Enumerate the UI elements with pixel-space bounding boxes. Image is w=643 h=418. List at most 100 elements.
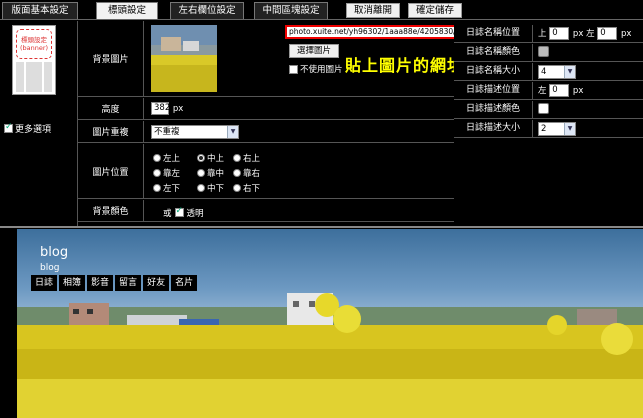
more-options-label: 更多選項	[15, 125, 52, 135]
desc-size-select[interactable]: 2 ▼	[538, 122, 576, 136]
thumbnail-right-column	[44, 62, 52, 92]
section-divider	[0, 226, 643, 228]
title-left-label: 左	[586, 29, 595, 39]
nav-item[interactable]: 日誌	[31, 275, 58, 291]
position-option-label: 左上	[163, 154, 181, 164]
nav-item[interactable]: 好友	[143, 275, 170, 291]
more-options-checkbox[interactable]	[4, 122, 13, 133]
desc-color-swatch[interactable]	[538, 103, 549, 114]
radio-button[interactable]	[153, 154, 161, 162]
height-unit: px	[172, 103, 184, 114]
transparent-checkbox[interactable]	[174, 206, 184, 217]
title-color-swatch[interactable]	[538, 46, 549, 57]
position-option[interactable]: 靠左	[153, 167, 197, 179]
radio-button[interactable]	[197, 154, 205, 162]
bg-image-thumbnail	[151, 25, 217, 92]
header-background-photo	[17, 229, 643, 418]
title-top-input[interactable]: 0	[549, 27, 570, 40]
title-position-row: 日誌名稱位置 上 0 px 左 0 px	[454, 25, 643, 43]
nav-item[interactable]: 相簿	[59, 275, 86, 291]
bg-image-label: 背景圖片	[78, 21, 144, 96]
no-image-label: 不使用圖片	[300, 65, 343, 75]
bg-color-label: 背景顏色	[78, 200, 144, 221]
position-option[interactable]: 靠右	[233, 167, 269, 179]
thumbnail-left-column	[16, 62, 24, 92]
position-option[interactable]: 右上	[233, 152, 269, 164]
nav-item[interactable]: 名片	[171, 275, 198, 291]
no-image-checkbox[interactable]	[289, 64, 298, 74]
radio-button[interactable]	[233, 184, 241, 192]
title-size-select[interactable]: 4 ▼	[538, 65, 576, 79]
position-option-label: 左下	[163, 184, 181, 194]
position-option[interactable]: 右下	[233, 182, 269, 194]
title-size-row: 日誌名稱大小 4 ▼	[454, 63, 643, 81]
blog-description: blog	[40, 263, 60, 273]
title-left-unit: px	[620, 28, 632, 39]
position-option[interactable]: 左下	[153, 182, 197, 194]
field-photo-icon	[151, 25, 217, 92]
position-option[interactable]: 中上	[197, 152, 233, 164]
thumbnail-center-column	[26, 62, 42, 92]
radio-button[interactable]	[233, 154, 241, 162]
tab-middle-blocks[interactable]: 中間區塊設定	[254, 2, 328, 19]
position-option-label: 右下	[243, 184, 261, 194]
chevron-down-icon: ▼	[564, 66, 575, 78]
repeat-select-value: 不重複	[154, 127, 180, 137]
desc-position-row: 日誌描述位置 左 0 px	[454, 82, 643, 100]
left-panel: 標頭設定 (banner) 更多選項	[0, 21, 78, 226]
chevron-down-icon: ▼	[227, 126, 238, 138]
no-image-option[interactable]: 不使用圖片	[289, 63, 343, 75]
position-option-label: 靠左	[163, 169, 181, 179]
position-row: 圖片位置 左上 中上 右上 靠左 靠中 靠右 左下 中下 右下	[78, 144, 454, 199]
blog-nav: 日誌 相簿 影音 留言 好友 名片	[31, 275, 198, 291]
save-button[interactable]: 確定儲存	[408, 3, 462, 18]
radio-button[interactable]	[197, 184, 205, 192]
radio-button[interactable]	[153, 184, 161, 192]
blog-title: blog	[40, 245, 69, 260]
tab-header-settings[interactable]: 標頭設定	[96, 2, 158, 19]
banner-region: 標頭設定 (banner)	[16, 29, 52, 59]
position-option-label: 右上	[243, 154, 261, 164]
radio-button[interactable]	[153, 169, 161, 177]
title-color-row: 日誌名稱顏色	[454, 44, 643, 62]
position-option[interactable]: 靠中	[197, 167, 233, 179]
title-position-label: 日誌名稱位置	[454, 25, 533, 42]
title-left-input[interactable]: 0	[597, 27, 618, 40]
more-options[interactable]: 更多選項	[4, 122, 51, 135]
repeat-label: 圖片重複	[78, 121, 144, 142]
nav-item[interactable]: 影音	[87, 275, 114, 291]
bg-image-row: 背景圖片 photo.xuite.net/yh96302/1aaa88e/420…	[78, 21, 507, 97]
position-option-label: 靠中	[207, 169, 225, 179]
title-settings-panel: 日誌名稱位置 上 0 px 左 0 px 日誌名稱顏色 日誌名稱大小 4 ▼ 日…	[454, 21, 643, 151]
header-settings-form: 背景圖片 photo.xuite.net/yh96302/1aaa88e/420…	[78, 21, 507, 226]
cancel-button[interactable]: 取消離開	[346, 3, 400, 18]
radio-button[interactable]	[197, 169, 205, 177]
thumbnail-subtitle: (banner)	[19, 44, 49, 52]
chevron-down-icon: ▼	[564, 123, 575, 135]
title-top-unit: px	[572, 28, 584, 39]
position-radio-group: 左上 中上 右上 靠左 靠中 靠右 左下 中下 右下	[153, 152, 269, 194]
layout-thumbnail[interactable]: 標頭設定 (banner)	[12, 25, 56, 95]
desc-size-value: 2	[541, 124, 547, 134]
title-size-label: 日誌名稱大小	[454, 63, 533, 80]
header-preview: blog blog 日誌 相簿 影音 留言 好友 名片	[17, 229, 643, 418]
choose-image-button[interactable]: 選擇圖片	[289, 44, 339, 58]
tab-bar: 版面基本設定 標頭設定 左右欄位設定 中間區塊設定 取消離開 確定儲存	[0, 0, 643, 20]
desc-left-input[interactable]: 0	[549, 84, 570, 97]
height-label: 高度	[78, 98, 144, 119]
position-option[interactable]: 中下	[197, 182, 233, 194]
tab-basic-layout[interactable]: 版面基本設定	[2, 2, 78, 19]
desc-left-unit: px	[572, 85, 584, 96]
tab-side-columns[interactable]: 左右欄位設定	[170, 2, 244, 19]
radio-button[interactable]	[233, 169, 241, 177]
repeat-select[interactable]: 不重複 ▼	[151, 125, 239, 139]
height-input[interactable]: 382	[151, 102, 170, 115]
nav-item[interactable]: 留言	[115, 275, 142, 291]
annotation-text: 貼上圖片的網址	[345, 56, 465, 75]
position-option-label: 中下	[207, 184, 225, 194]
or-label: 或	[163, 208, 172, 219]
desc-position-label: 日誌描述位置	[454, 82, 533, 99]
position-option[interactable]: 左上	[153, 152, 197, 164]
thumbnail-title: 標頭設定	[21, 36, 47, 44]
title-size-value: 4	[541, 67, 547, 77]
